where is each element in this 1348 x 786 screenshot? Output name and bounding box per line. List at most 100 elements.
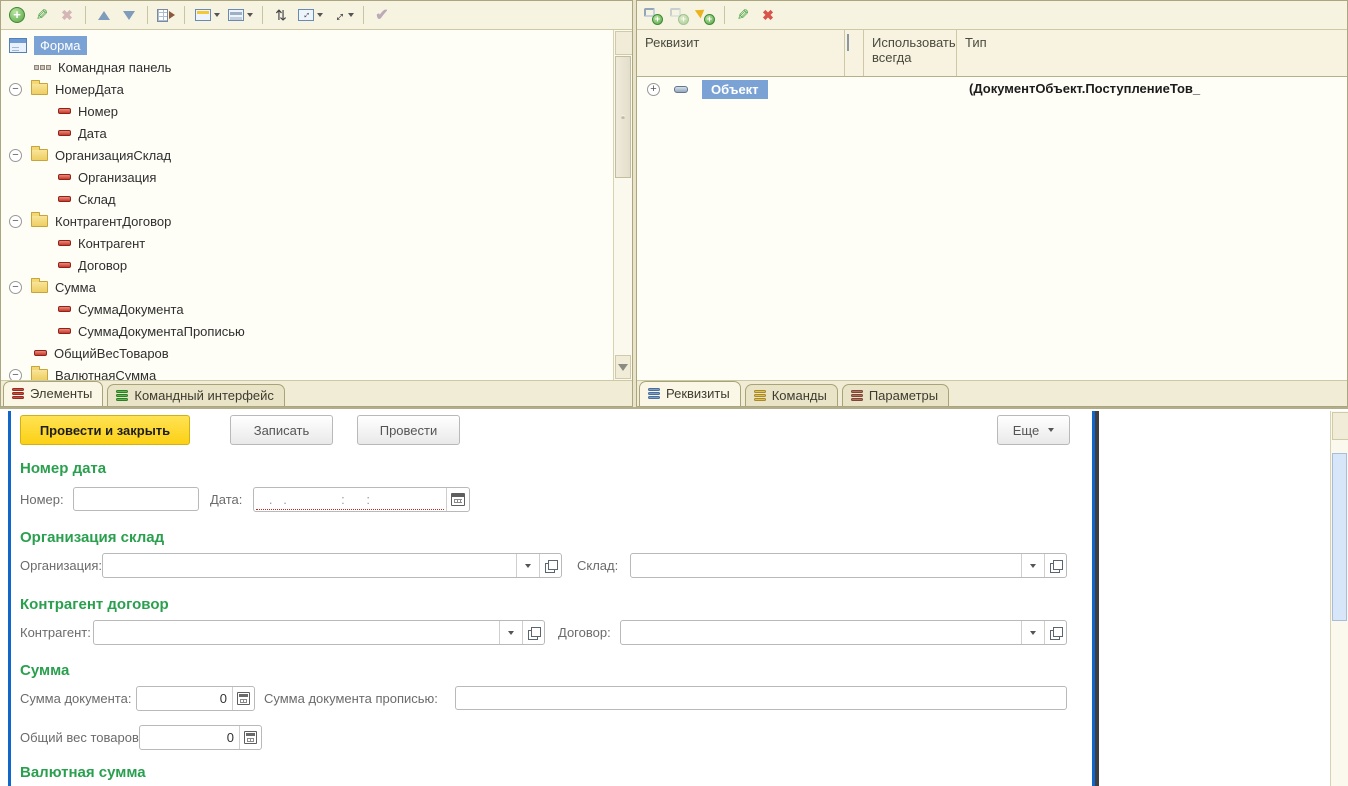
organization-input[interactable] — [103, 554, 516, 577]
move-up-icon[interactable] — [95, 6, 113, 24]
edit-icon[interactable]: ✎ — [33, 6, 51, 24]
tree-item-folder[interactable]: − ОрганизацияСклад — [1, 144, 612, 166]
tree-item-folder[interactable]: − НомерДата — [1, 78, 612, 100]
total-weight-field[interactable] — [139, 725, 262, 750]
more-button[interactable]: Еще — [997, 415, 1070, 445]
tab-label: Команды — [772, 388, 827, 403]
tree-item-label: ОрганизацияСклад — [55, 148, 171, 163]
tab-elements[interactable]: Элементы — [3, 381, 103, 406]
tree-item-command-bar[interactable]: Командная панель — [1, 56, 612, 78]
folder-icon — [31, 369, 48, 381]
elements-toolbar: + ✎ ✖ ⇅ ↔ ↔ ✔ — [1, 1, 632, 29]
add-command-icon[interactable]: + — [696, 7, 715, 24]
open-button[interactable] — [539, 554, 561, 577]
write-button[interactable]: Записать — [230, 415, 333, 445]
toolbar-separator — [262, 6, 263, 24]
folder-icon — [31, 149, 48, 161]
collapse-icon[interactable]: − — [9, 149, 22, 162]
number-input[interactable] — [73, 487, 199, 511]
tab-parameters[interactable]: Параметры — [842, 384, 949, 406]
doc-sum-words-input[interactable] — [455, 686, 1067, 710]
edit-icon[interactable]: ✎ — [734, 6, 752, 24]
tree-item-attribute[interactable]: Контрагент — [1, 232, 612, 254]
tree-item-attribute[interactable]: Номер — [1, 100, 612, 122]
scrollbar-thumb[interactable] — [615, 56, 631, 178]
delete-icon[interactable]: ✖ — [58, 6, 76, 24]
delete-icon[interactable]: ✖ — [759, 6, 777, 24]
warehouse-input[interactable] — [631, 554, 1021, 577]
monitor-layout-icon[interactable] — [227, 6, 253, 24]
expand-icon[interactable]: + — [647, 83, 660, 96]
tree-item-attribute[interactable]: Дата — [1, 122, 612, 144]
tab-command-interface[interactable]: Командный интерфейс — [107, 384, 285, 406]
tree-item-folder[interactable]: − Сумма — [1, 276, 612, 298]
checkmark-icon[interactable]: ✔ — [373, 6, 391, 24]
collapse-icon[interactable]: − — [9, 215, 22, 228]
attributes-toolbar: + + + ✎ ✖ — [637, 1, 1347, 29]
column-header-type[interactable]: Тип — [957, 30, 1347, 76]
tab-label: Командный интерфейс — [134, 388, 274, 403]
contractor-input[interactable] — [94, 621, 499, 644]
column-header-attribute[interactable]: Реквизит — [637, 30, 845, 76]
dropdown-button[interactable] — [1021, 554, 1044, 577]
collapse-icon[interactable]: − — [9, 369, 22, 382]
add-icon[interactable]: + — [8, 6, 26, 24]
monitor-scale-icon[interactable]: ↔ — [297, 6, 323, 24]
doc-sum-input[interactable] — [137, 687, 232, 710]
tree-item-folder[interactable]: − КонтрагентДоговор — [1, 210, 612, 232]
collapse-icon[interactable]: − — [9, 281, 22, 294]
scroll-up-button[interactable] — [1332, 412, 1348, 440]
open-icon — [1050, 560, 1062, 572]
contract-input[interactable] — [621, 621, 1021, 644]
table-view-icon[interactable] — [157, 6, 175, 24]
tree-item-attribute[interactable]: СуммаДокумента — [1, 298, 612, 320]
contractor-field[interactable] — [93, 620, 545, 645]
scroll-down-button[interactable] — [615, 355, 631, 379]
monitor-preview-icon[interactable] — [194, 6, 220, 24]
tree-item-attribute[interactable]: Договор — [1, 254, 612, 276]
date-input[interactable]: . . : : — [253, 487, 470, 512]
post-and-close-button[interactable]: Провести и закрыть — [20, 415, 190, 445]
tree-item-form[interactable]: Форма — [1, 34, 612, 56]
swap-arrows-icon[interactable]: ⇅ — [272, 6, 290, 24]
add-attribute-icon[interactable]: + — [644, 7, 663, 24]
doc-sum-field[interactable] — [136, 686, 255, 711]
tree-item-attribute[interactable]: Организация — [1, 166, 612, 188]
column-header-table-icon-cell[interactable] — [845, 30, 864, 76]
total-weight-input[interactable] — [140, 726, 239, 749]
dropdown-button[interactable] — [499, 621, 522, 644]
scroll-up-button[interactable] — [615, 31, 632, 55]
diagonal-resize-icon[interactable]: ↔ — [330, 6, 354, 24]
attribute-row-object[interactable]: + Объект (ДокументОбъект.ПоступлениеТов_ — [637, 77, 1347, 101]
tree-item-label: Склад — [78, 192, 116, 207]
contract-field[interactable] — [620, 620, 1067, 645]
move-down-icon[interactable] — [120, 6, 138, 24]
form-scrollbar[interactable] — [1330, 411, 1348, 786]
tree-item-label: НомерДата — [55, 82, 124, 97]
organization-field[interactable] — [102, 553, 562, 578]
tree-item-attribute[interactable]: ОбщийВесТоваров — [1, 342, 612, 364]
tab-attributes[interactable]: Реквизиты — [639, 381, 741, 406]
add-table-column-icon[interactable]: + — [670, 7, 689, 24]
open-button[interactable] — [522, 621, 544, 644]
scrollbar-thumb[interactable] — [1332, 453, 1347, 621]
column-header-use-always[interactable]: Использовать всегда — [864, 30, 957, 76]
dropdown-button[interactable] — [516, 554, 539, 577]
calculator-icon — [244, 731, 257, 744]
tree-item-label: СуммаДокумента — [78, 302, 184, 317]
calculator-button[interactable] — [232, 687, 254, 710]
more-button-label: Еще — [1013, 423, 1039, 438]
tree-item-folder[interactable]: − ВалютнаяСумма — [1, 364, 612, 381]
open-button[interactable] — [1044, 621, 1066, 644]
elements-scrollbar[interactable] — [613, 30, 632, 380]
warehouse-field[interactable] — [630, 553, 1067, 578]
tree-item-attribute[interactable]: СуммаДокументаПрописью — [1, 320, 612, 342]
dropdown-button[interactable] — [1021, 621, 1044, 644]
open-button[interactable] — [1044, 554, 1066, 577]
tab-commands[interactable]: Команды — [745, 384, 838, 406]
tree-item-attribute[interactable]: Склад — [1, 188, 612, 210]
calculator-button[interactable] — [239, 726, 261, 749]
calendar-button[interactable] — [446, 488, 469, 511]
post-button[interactable]: Провести — [357, 415, 460, 445]
collapse-icon[interactable]: − — [9, 83, 22, 96]
